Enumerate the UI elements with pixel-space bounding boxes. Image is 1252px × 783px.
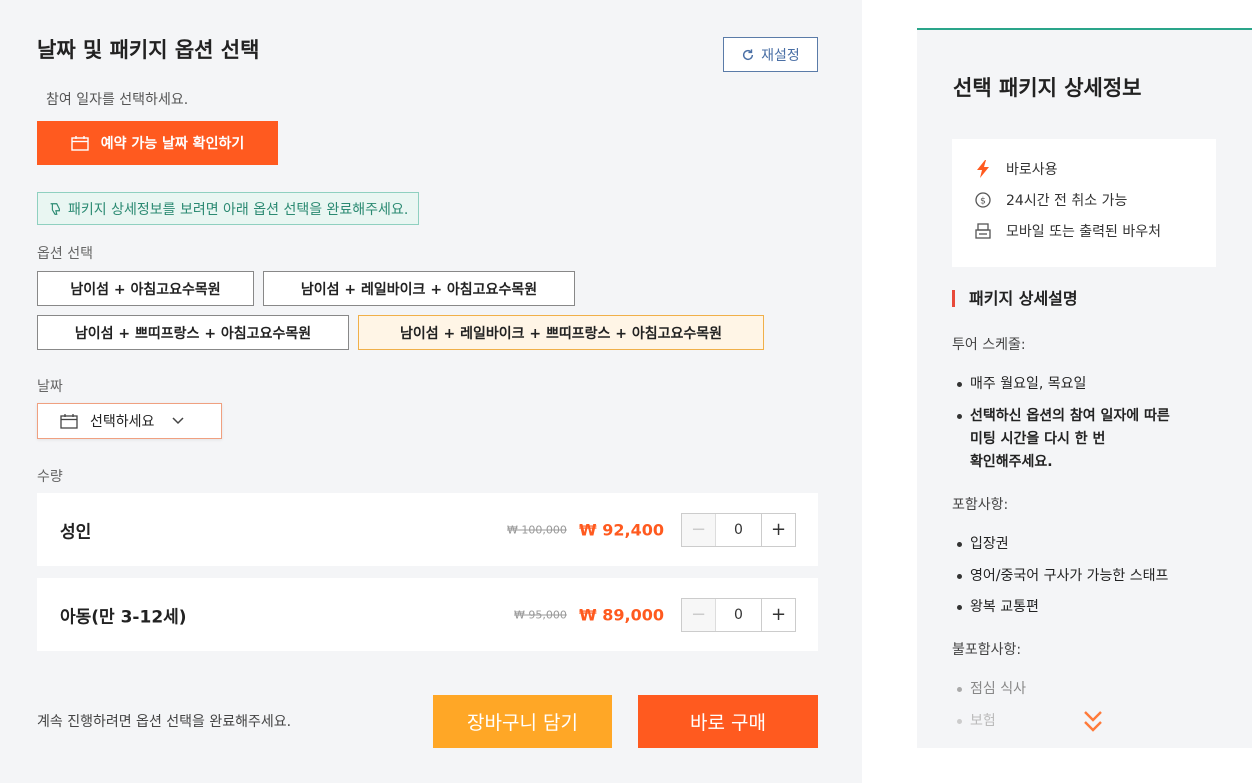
quantity-value[interactable]: 0: [716, 514, 761, 546]
date-select[interactable]: 선택하세요: [37, 403, 222, 439]
bullet-dot: [957, 542, 962, 547]
refresh-icon: [743, 48, 754, 60]
option-button-0[interactable]: 남이섬 + 아침고요수목원: [37, 271, 254, 306]
bullet-dot: [957, 719, 962, 724]
decrease-button[interactable]: −: [682, 513, 716, 546]
reset-button[interactable]: 재설정: [723, 37, 818, 72]
list-item: 보험: [957, 710, 996, 733]
bullet-dot: [957, 414, 962, 419]
list-item: 입장권: [957, 533, 1009, 556]
buy-now-button[interactable]: 바로 구매: [638, 695, 818, 748]
original-price: ₩ 100,000: [507, 523, 567, 536]
list-item-text: 매주 월요일, 목요일: [970, 376, 1087, 392]
increase-button[interactable]: +: [761, 513, 795, 546]
feature-item: $ 24시간 전 취소 가능: [974, 190, 1127, 210]
quantity-value[interactable]: 0: [716, 599, 761, 631]
page-title: 날짜 및 패키지 옵션 선택: [37, 38, 260, 62]
calendar-icon: [60, 413, 78, 429]
svg-text:$: $: [980, 197, 986, 207]
add-to-cart-button[interactable]: 장바구니 담기: [433, 695, 612, 748]
list-item-text: 점심 식사: [970, 681, 1026, 697]
double-chevron-down-icon[interactable]: [1081, 708, 1105, 736]
list-item-text: 영어/중국어 구사가 가능한 스태프: [970, 568, 1169, 584]
list-item-text: 입장권: [970, 536, 1009, 552]
list-item: 매주 월요일, 목요일: [957, 373, 1086, 396]
footer-note: 계속 진행하려면 옵션 선택을 완료해주세요.: [37, 714, 292, 730]
feature-text: 바로사용: [1006, 162, 1058, 178]
ticket-type-name: 성인: [60, 522, 92, 542]
feature-box: 바로사용 $ 24시간 전 취소 가능 모바일 또는 출력된 바우처: [952, 139, 1216, 267]
list-item: 영어/중국어 구사가 가능한 스태프: [957, 565, 1168, 588]
option-button-1[interactable]: 남이섬 + 레일바이크 + 아침고요수목원: [263, 271, 575, 306]
quantity-stepper: − 0 +: [681, 512, 796, 547]
bullet-dot: [957, 687, 962, 692]
section-title: 패키지 상세설명: [952, 290, 1078, 307]
option-label: 옵션 선택: [37, 246, 93, 262]
sale-price: ₩ 92,400: [579, 520, 664, 539]
calendar-icon: [71, 135, 89, 151]
date-select-value: 선택하세요: [90, 414, 155, 430]
list-item: 선택하신 옵션의 참여 일자에 따른 미팅 시간을 다시 한 번 확인해주세요.: [957, 405, 1170, 474]
quantity-row-adult: 성인 ₩ 100,000 ₩ 92,400 − 0 +: [37, 493, 818, 566]
schedule-note-line: 미팅 시간을 다시 한 번: [970, 431, 1106, 447]
sale-price: ₩ 89,000: [579, 605, 664, 624]
booking-panel: 날짜 및 패키지 옵션 선택 재설정 참여 일자를 선택하세요. 예약 가능 날…: [0, 0, 862, 783]
feature-item: 모바일 또는 출력된 바우처: [974, 221, 1161, 241]
ticket-type-name: 아동(만 3-12세): [60, 607, 187, 627]
chevron-down-icon: [172, 417, 184, 425]
original-price: ₩ 95,000: [514, 608, 567, 621]
list-item: 왕복 교통편: [957, 596, 1039, 619]
quantity-stepper: − 0 +: [681, 597, 796, 632]
feature-text: 24시간 전 취소 가능: [1006, 193, 1128, 209]
bullet-dot: [957, 382, 962, 387]
feature-text: 모바일 또는 출력된 바우처: [1006, 224, 1162, 240]
list-item: 점심 식사: [957, 678, 1026, 701]
date-label: 날짜: [37, 379, 63, 395]
bullet-dot: [957, 605, 962, 610]
info-tip: 패키지 상세정보를 보려면 아래 옵션 선택을 완료해주세요.: [37, 192, 420, 225]
bullet-dot: [957, 574, 962, 579]
quantity-label: 수량: [37, 469, 63, 485]
decrease-button[interactable]: −: [682, 598, 716, 631]
reset-label: 재설정: [761, 47, 800, 64]
tip-text: 패키지 상세정보를 보려면 아래 옵션 선택을 완료해주세요.: [68, 201, 409, 218]
package-detail-panel: 선택 패키지 상세정보 바로사용 $ 24시간 전 취소 가능 모바일 또는 출…: [917, 28, 1252, 748]
increase-button[interactable]: +: [761, 598, 795, 631]
list-item-text: 왕복 교통편: [970, 599, 1039, 615]
list-item-text: 보험: [970, 713, 996, 729]
schedule-note-line: 선택하신 옵션의 참여 일자에 따른: [970, 408, 1170, 424]
option-button-2[interactable]: 남이섬 + 쁘띠프랑스 + 아침고요수목원: [37, 315, 349, 350]
excluded-label: 불포함사항:: [952, 642, 1022, 658]
quantity-row-child: 아동(만 3-12세) ₩ 95,000 ₩ 89,000 − 0 +: [37, 578, 818, 651]
printer-icon: [974, 222, 992, 240]
schedule-note: 선택하신 옵션의 참여 일자에 따른 미팅 시간을 다시 한 번 확인해주세요.: [970, 405, 1170, 474]
check-available-dates-button[interactable]: 예약 가능 날짜 확인하기: [37, 121, 278, 165]
schedule-note-line: 확인해주세요.: [970, 454, 1053, 470]
detail-title: 선택 패키지 상세정보: [953, 76, 1142, 100]
check-date-label: 예약 가능 날짜 확인하기: [100, 136, 245, 152]
lightning-icon: [974, 160, 992, 178]
included-label: 포함사항:: [952, 497, 1009, 513]
date-instruction: 참여 일자를 선택하세요.: [46, 92, 189, 108]
refund-icon: $: [974, 191, 992, 209]
schedule-label: 투어 스케줄:: [952, 337, 1026, 353]
thumbs-down-icon: [50, 202, 60, 215]
option-button-3-selected[interactable]: 남이섬 + 레일바이크 + 쁘띠프랑스 + 아침고요수목원: [358, 315, 764, 350]
feature-item: 바로사용: [974, 159, 1058, 179]
